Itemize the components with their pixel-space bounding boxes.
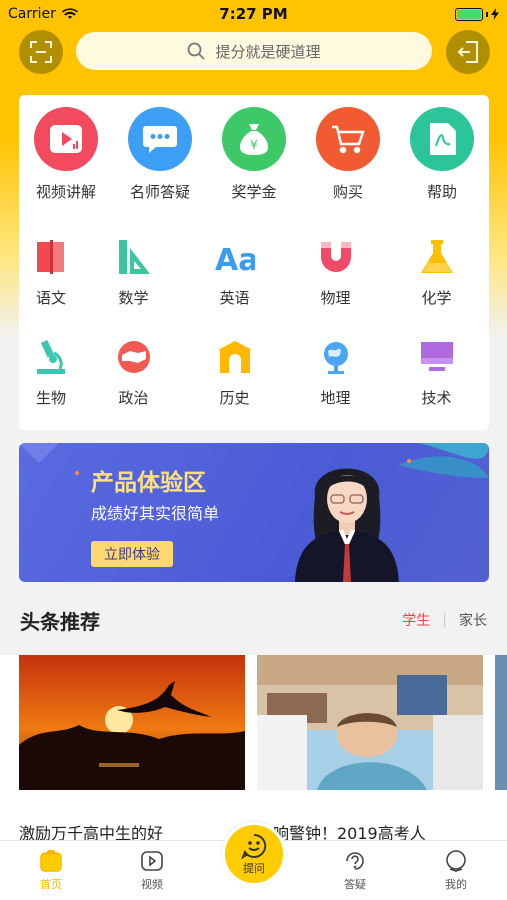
handshake-icon bbox=[114, 337, 154, 377]
scan-button[interactable] bbox=[19, 30, 63, 74]
letters-icon: Aa bbox=[215, 237, 255, 277]
question-icon bbox=[346, 852, 364, 870]
login-icon bbox=[457, 41, 478, 63]
audience-switch: 学生 | 家长 bbox=[402, 610, 487, 630]
subjects-row-2: 生物 政治 历史 地理 技术 bbox=[19, 337, 489, 408]
quick-actions-row: 视频讲解 名师答疑 ¥ 奖学金 购买 帮助 bbox=[19, 107, 489, 202]
subject-technology[interactable]: 技术 bbox=[386, 337, 487, 408]
subjects-row-1: 语文 数学 Aa 英语 物理 化学 bbox=[19, 237, 489, 308]
subject-physics[interactable]: 物理 bbox=[285, 237, 386, 308]
quick-action-label: 名师答疑 bbox=[129, 183, 190, 201]
entry-card: 视频讲解 名师答疑 ¥ 奖学金 购买 帮助 语文 数学 Aa 英语 物理 化学 … bbox=[19, 95, 489, 430]
globe-icon bbox=[316, 337, 356, 377]
subject-label: 地理 bbox=[320, 389, 351, 407]
article-card[interactable]: 敲响警钟！2019高考人 bbox=[257, 655, 483, 845]
quick-action-label: 帮助 bbox=[426, 183, 457, 201]
microscope-icon bbox=[31, 337, 71, 377]
subject-history[interactable]: 历史 bbox=[184, 337, 285, 408]
scan-icon bbox=[30, 41, 52, 63]
subject-label: 数学 bbox=[118, 289, 149, 307]
subject-label: 化学 bbox=[421, 289, 452, 307]
quick-action-label: 奖学金 bbox=[231, 183, 277, 201]
top-header: 提分就是硬道理 bbox=[0, 30, 507, 74]
wifi-icon bbox=[61, 8, 78, 19]
battery-indicator bbox=[455, 7, 499, 21]
cart-icon bbox=[316, 107, 380, 171]
search-bar[interactable]: 提分就是硬道理 bbox=[76, 32, 432, 70]
tab-mine[interactable]: 我的 bbox=[426, 849, 486, 892]
section-title: 头条推荐 bbox=[20, 609, 100, 634]
play-icon bbox=[141, 851, 163, 871]
tab-answer[interactable]: 答疑 bbox=[325, 849, 385, 892]
quick-action-scholarship[interactable]: ¥ 奖学金 bbox=[207, 107, 301, 202]
quick-action-label: 购买 bbox=[332, 183, 363, 201]
quick-action-buy[interactable]: 购买 bbox=[301, 107, 395, 202]
banner-decoration bbox=[19, 443, 489, 582]
ruler-icon bbox=[114, 237, 154, 277]
article-thumbnail bbox=[257, 655, 483, 790]
carrier-label: Carrier bbox=[8, 6, 56, 22]
promo-banner[interactable]: 产品体验区 成绩好其实很简单 立即体验 bbox=[19, 443, 489, 582]
flask-icon bbox=[417, 237, 457, 277]
tab-label: 我的 bbox=[445, 878, 467, 891]
ask-label: 提问 bbox=[243, 862, 265, 875]
video-icon bbox=[34, 107, 98, 171]
smile-face-icon bbox=[240, 833, 267, 860]
search-placeholder: 提分就是硬道理 bbox=[215, 42, 321, 61]
home-icon bbox=[40, 850, 62, 872]
svg-text:Aa: Aa bbox=[215, 243, 255, 275]
charging-icon bbox=[491, 8, 499, 20]
tab-label: 首页 bbox=[40, 878, 62, 891]
headlines-header: 头条推荐 学生 | 家长 bbox=[20, 605, 487, 635]
subject-geography[interactable]: 地理 bbox=[285, 337, 386, 408]
gate-icon bbox=[215, 337, 255, 377]
chat-icon bbox=[128, 107, 192, 171]
svg-text:¥: ¥ bbox=[250, 138, 258, 152]
next-article-peek bbox=[495, 655, 507, 790]
subject-biology[interactable]: 生物 bbox=[19, 337, 83, 408]
tab-label: 视频 bbox=[141, 878, 163, 891]
quick-action-video[interactable]: 视频讲解 bbox=[19, 107, 113, 202]
search-icon bbox=[188, 42, 206, 60]
profile-icon bbox=[446, 850, 466, 872]
battery-fill bbox=[457, 9, 481, 19]
quick-action-label: 视频讲解 bbox=[35, 183, 96, 201]
tab-video[interactable]: 视频 bbox=[122, 849, 182, 892]
try-now-button[interactable]: 立即体验 bbox=[91, 541, 173, 567]
article-thumbnail bbox=[19, 655, 245, 790]
subject-label: 英语 bbox=[219, 289, 250, 307]
banner-title: 产品体验区 bbox=[91, 470, 206, 496]
subject-politics[interactable]: 政治 bbox=[83, 337, 184, 408]
tab-home[interactable]: 首页 bbox=[21, 849, 81, 892]
headline-feed: 激励万千高中生的好 敲响警钟！2019高考人 bbox=[0, 655, 507, 845]
subject-label: 政治 bbox=[118, 389, 149, 407]
tab-student[interactable]: 学生 bbox=[402, 610, 430, 630]
subject-english[interactable]: Aa 英语 bbox=[184, 237, 285, 308]
teacher-portrait bbox=[295, 468, 399, 582]
ask-question-button[interactable]: 提问 bbox=[222, 822, 286, 886]
banner-subtitle: 成绩好其实很简单 bbox=[91, 504, 220, 523]
money-bag-icon: ¥ bbox=[222, 107, 286, 171]
monitor-icon bbox=[417, 337, 457, 377]
subject-math[interactable]: 数学 bbox=[83, 237, 184, 308]
tab-separator: | bbox=[442, 612, 447, 628]
subject-label: 物理 bbox=[320, 289, 351, 307]
subject-label: 语文 bbox=[35, 289, 66, 307]
quick-action-help[interactable]: 帮助 bbox=[395, 107, 489, 202]
quick-action-teacher[interactable]: 名师答疑 bbox=[113, 107, 207, 202]
subject-label: 历史 bbox=[219, 389, 250, 407]
tab-label: 答疑 bbox=[344, 878, 366, 891]
help-doc-icon bbox=[410, 107, 474, 171]
magnet-icon bbox=[316, 237, 356, 277]
subject-chinese[interactable]: 语文 bbox=[19, 237, 83, 308]
subject-chemistry[interactable]: 化学 bbox=[386, 237, 487, 308]
login-button[interactable] bbox=[446, 30, 490, 74]
book-icon bbox=[31, 237, 71, 277]
tab-parent[interactable]: 家长 bbox=[459, 610, 487, 630]
subject-label: 生物 bbox=[35, 389, 66, 407]
subject-label: 技术 bbox=[421, 389, 452, 407]
status-bar: Carrier 7:27 PM bbox=[0, 0, 507, 28]
article-card[interactable]: 激励万千高中生的好 bbox=[19, 655, 245, 845]
